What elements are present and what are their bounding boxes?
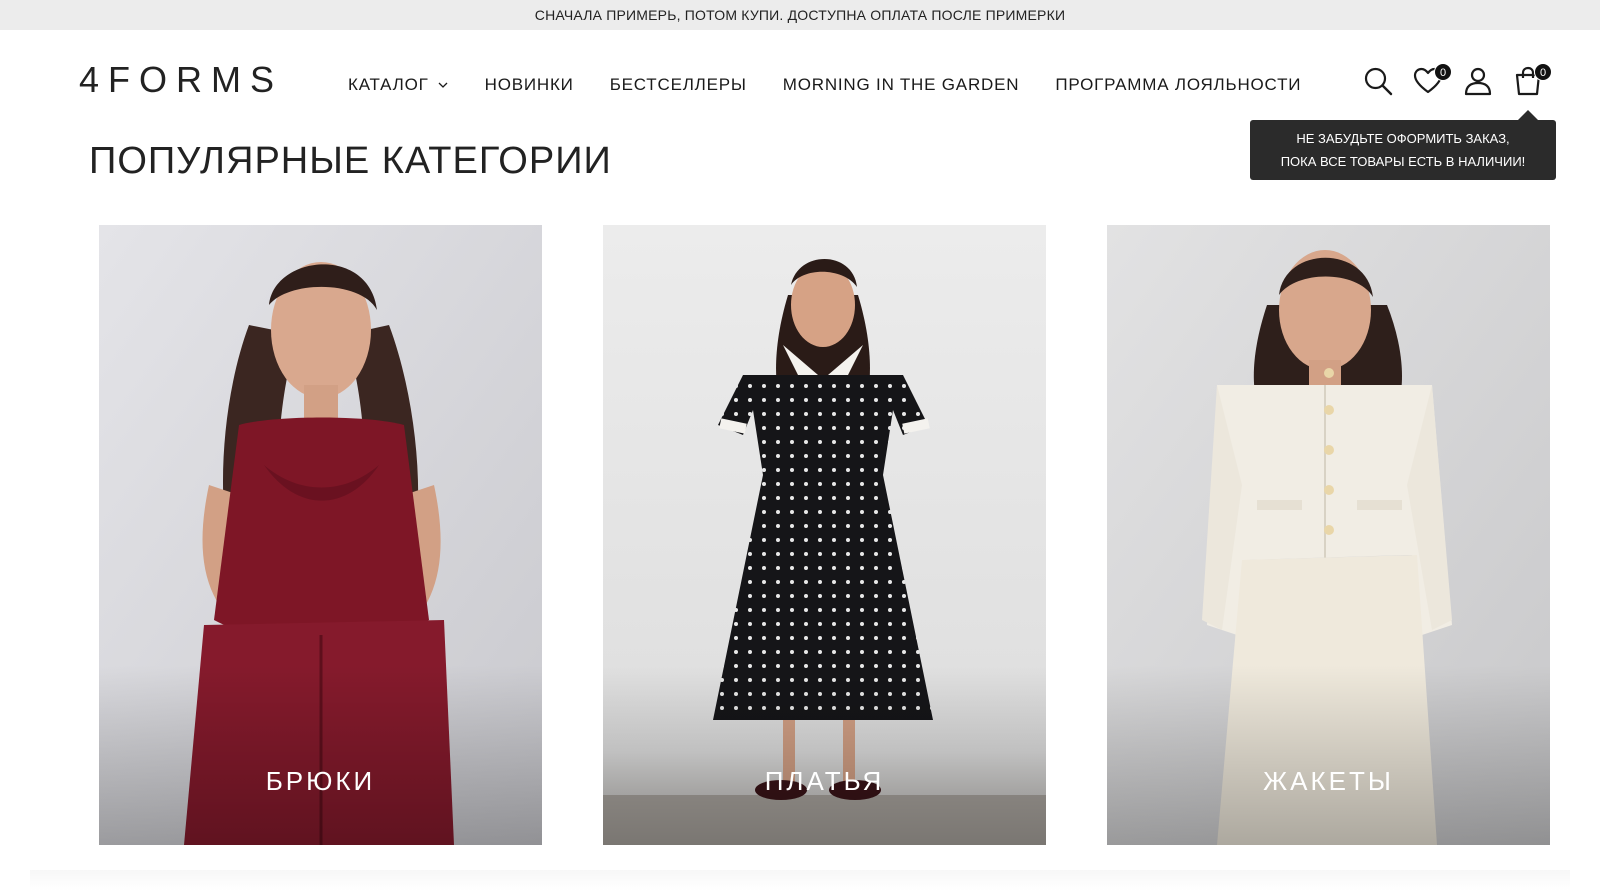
category-label: ПЛАТЬЯ bbox=[764, 766, 885, 796]
announcement-bar: СНАЧАЛА ПРИМЕРЬ, ПОТОМ КУПИ. ДОСТУПНА ОП… bbox=[0, 0, 1600, 30]
section-divider bbox=[30, 870, 1570, 891]
chevron-down-icon bbox=[438, 82, 448, 88]
nav-item-label: КАТАЛОГ bbox=[348, 75, 429, 94]
nav-item-label: БЕСТСЕЛЛЕРЫ bbox=[609, 75, 747, 94]
user-icon bbox=[1464, 67, 1492, 96]
account-button[interactable] bbox=[1462, 65, 1496, 99]
category-card-trousers[interactable]: БРЮКИ bbox=[99, 225, 542, 845]
category-card-jackets[interactable]: ЖАКЕТЫ bbox=[1107, 225, 1550, 845]
favorites-button[interactable]: 0 bbox=[1412, 63, 1452, 99]
card-shade bbox=[603, 665, 1046, 845]
site-header: 4FORMS КАТАЛОГ НОВИНКИ БЕСТСЕЛЛЕРЫ MORNI… bbox=[0, 30, 1600, 130]
nav-item-label: ПРОГРАММА ЛОЯЛЬНОСТИ bbox=[1055, 75, 1302, 94]
section-title: ПОПУЛЯРНЫЕ КАТЕГОРИИ bbox=[89, 140, 612, 182]
tooltip-line: НЕ ЗАБУДЬТЕ ОФОРМИТЬ ЗАКАЗ, bbox=[1296, 131, 1510, 146]
search-button[interactable] bbox=[1362, 65, 1396, 99]
nav-item-new[interactable]: НОВИНКИ bbox=[485, 75, 574, 95]
category-label: ЖАКЕТЫ bbox=[1263, 766, 1394, 796]
main-nav: КАТАЛОГ НОВИНКИ БЕСТСЕЛЛЕРЫ MORNING IN T… bbox=[348, 75, 1337, 95]
cart-button[interactable]: 0 bbox=[1512, 63, 1552, 99]
cart-count-badge: 0 bbox=[1534, 63, 1552, 81]
category-grid: БРЮКИ ПЛАТЬЯ ЖАКЕТЫ bbox=[0, 225, 1600, 845]
nav-item-label: MORNING IN THE GARDEN bbox=[782, 75, 1020, 94]
order-reminder-tooltip: НЕ ЗАБУДЬТЕ ОФОРМИТЬ ЗАКАЗ, ПОКА ВСЕ ТОВ… bbox=[1250, 110, 1556, 180]
brand-logo[interactable]: 4FORMS bbox=[79, 60, 283, 100]
header-icons: 0 0 bbox=[1362, 63, 1562, 99]
tooltip-line: ПОКА ВСЕ ТОВАРЫ ЕСТЬ В НАЛИЧИИ! bbox=[1280, 154, 1526, 169]
nav-item-bestsellers[interactable]: БЕСТСЕЛЛЕРЫ bbox=[610, 75, 747, 95]
favorites-count-badge: 0 bbox=[1434, 63, 1452, 81]
category-label: БРЮКИ bbox=[265, 766, 376, 796]
nav-item-label: НОВИНКИ bbox=[484, 75, 574, 94]
nav-item-morning-in-the-garden[interactable]: MORNING IN THE GARDEN bbox=[783, 75, 1020, 95]
card-shade bbox=[1107, 665, 1550, 845]
nav-item-loyalty-program[interactable]: ПРОГРАММА ЛОЯЛЬНОСТИ bbox=[1055, 75, 1301, 95]
announcement-text: СНАЧАЛА ПРИМЕРЬ, ПОТОМ КУПИ. ДОСТУПНА ОП… bbox=[534, 7, 1066, 23]
category-card-dresses[interactable]: ПЛАТЬЯ bbox=[603, 225, 1046, 845]
card-shade bbox=[99, 665, 542, 845]
nav-item-catalog[interactable]: КАТАЛОГ bbox=[348, 75, 449, 95]
search-icon bbox=[1364, 67, 1393, 96]
